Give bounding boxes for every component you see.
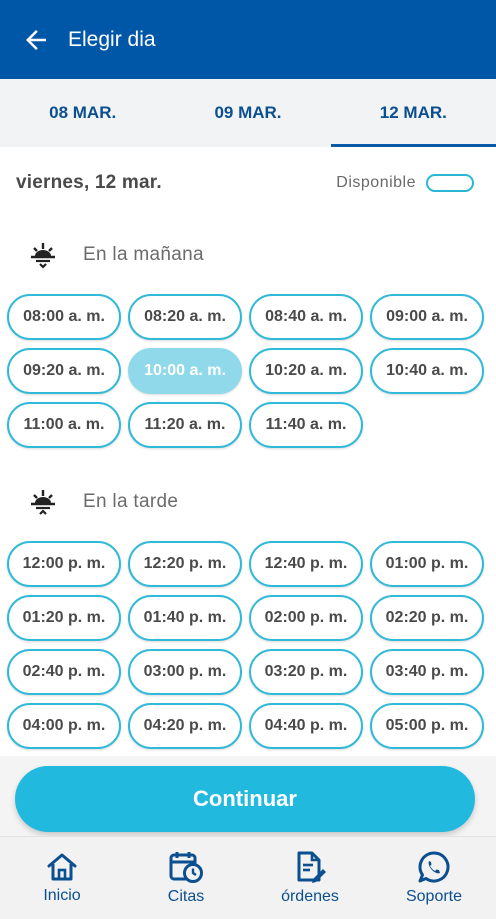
time-slot[interactable]: 05:00 p. m. xyxy=(370,703,484,749)
time-slot[interactable]: 12:40 p. m. xyxy=(249,541,363,587)
time-slot[interactable]: 11:00 a. m. xyxy=(7,402,121,448)
document-edit-icon xyxy=(297,851,326,883)
sunrise-icon xyxy=(31,243,55,269)
time-slot[interactable]: 10:20 a. m. xyxy=(249,348,363,394)
tab-date-2[interactable]: 09 MAR. xyxy=(165,79,330,147)
time-slot[interactable]: 08:20 a. m. xyxy=(128,294,242,340)
tab-date-3[interactable]: 12 MAR. xyxy=(330,79,496,147)
selected-day-label: viernes, 12 mar. xyxy=(16,172,162,193)
nav-item-soporte[interactable]: Soporte xyxy=(372,837,496,919)
page-title: Elegir dia xyxy=(68,27,156,51)
availability-legend: Disponible xyxy=(336,174,474,192)
nav-item-citas[interactable]: Citas xyxy=(124,837,248,919)
time-slot[interactable]: 10:40 a. m. xyxy=(370,348,484,394)
time-slot[interactable]: 03:40 p. m. xyxy=(370,649,484,695)
app-bar: Elegir dia xyxy=(0,0,496,79)
time-slot[interactable]: 02:40 p. m. xyxy=(7,649,121,695)
time-slot[interactable]: 02:00 p. m. xyxy=(249,595,363,641)
time-slot[interactable]: 01:00 p. m. xyxy=(370,541,484,587)
morning-header: En la mañana xyxy=(28,240,204,270)
nav-label-citas: Citas xyxy=(167,888,205,905)
calendar-clock-icon xyxy=(169,852,203,883)
date-tabs: 08 MAR. 09 MAR. 12 MAR. xyxy=(0,79,496,147)
continue-button[interactable]: Continuar xyxy=(15,766,475,832)
bottom-nav: Inicio Citas órdenes Soporte xyxy=(0,836,496,919)
afternoon-header: En la tarde xyxy=(28,487,178,517)
legend-label: Disponible xyxy=(336,174,416,191)
time-slot[interactable]: 02:20 p. m. xyxy=(370,595,484,641)
time-slot[interactable]: 04:40 p. m. xyxy=(249,703,363,749)
time-slot[interactable]: 11:20 a. m. xyxy=(128,402,242,448)
afternoon-title: En la tarde xyxy=(83,491,179,512)
time-slot[interactable]: 03:00 p. m. xyxy=(128,649,242,695)
afternoon-slots: 12:00 p. m. 12:20 p. m. 12:40 p. m. 01:0… xyxy=(7,541,485,749)
morning-slots: 08:00 a. m. 08:20 a. m. 08:40 a. m. 09:0… xyxy=(7,294,485,448)
time-slot[interactable]: 12:20 p. m. xyxy=(128,541,242,587)
time-slot[interactable]: 08:00 a. m. xyxy=(7,294,121,340)
available-swatch xyxy=(426,174,474,192)
time-slot[interactable]: 01:20 p. m. xyxy=(7,595,121,641)
nav-label-inicio: Inicio xyxy=(43,887,81,904)
time-slot[interactable]: 12:00 p. m. xyxy=(7,541,121,587)
time-slot[interactable]: 03:20 p. m. xyxy=(249,649,363,695)
time-slot-selected[interactable]: 10:00 a. m. xyxy=(128,348,242,394)
back-button[interactable] xyxy=(14,18,58,62)
time-slot[interactable]: 04:20 p. m. xyxy=(128,703,242,749)
morning-title: En la mañana xyxy=(83,244,204,265)
sunset-icon xyxy=(31,490,55,515)
time-slot[interactable]: 01:40 p. m. xyxy=(128,595,242,641)
time-slot[interactable]: 09:20 a. m. xyxy=(7,348,121,394)
arrow-left-icon xyxy=(26,29,46,50)
whatsapp-icon xyxy=(418,851,450,883)
nav-label-ordenes: órdenes xyxy=(281,888,339,905)
nav-item-inicio[interactable]: Inicio xyxy=(0,837,124,919)
time-slot[interactable]: 08:40 a. m. xyxy=(249,294,363,340)
time-slot[interactable]: 04:00 p. m. xyxy=(7,703,121,749)
day-row: viernes, 12 mar. Disponible xyxy=(0,160,496,206)
tab-date-1[interactable]: 08 MAR. xyxy=(0,79,165,147)
nav-item-ordenes[interactable]: órdenes xyxy=(248,837,372,919)
time-slot[interactable]: 11:40 a. m. xyxy=(249,402,363,448)
time-slot[interactable]: 09:00 a. m. xyxy=(370,294,484,340)
home-icon xyxy=(47,853,77,881)
nav-label-soporte: Soporte xyxy=(405,888,463,905)
